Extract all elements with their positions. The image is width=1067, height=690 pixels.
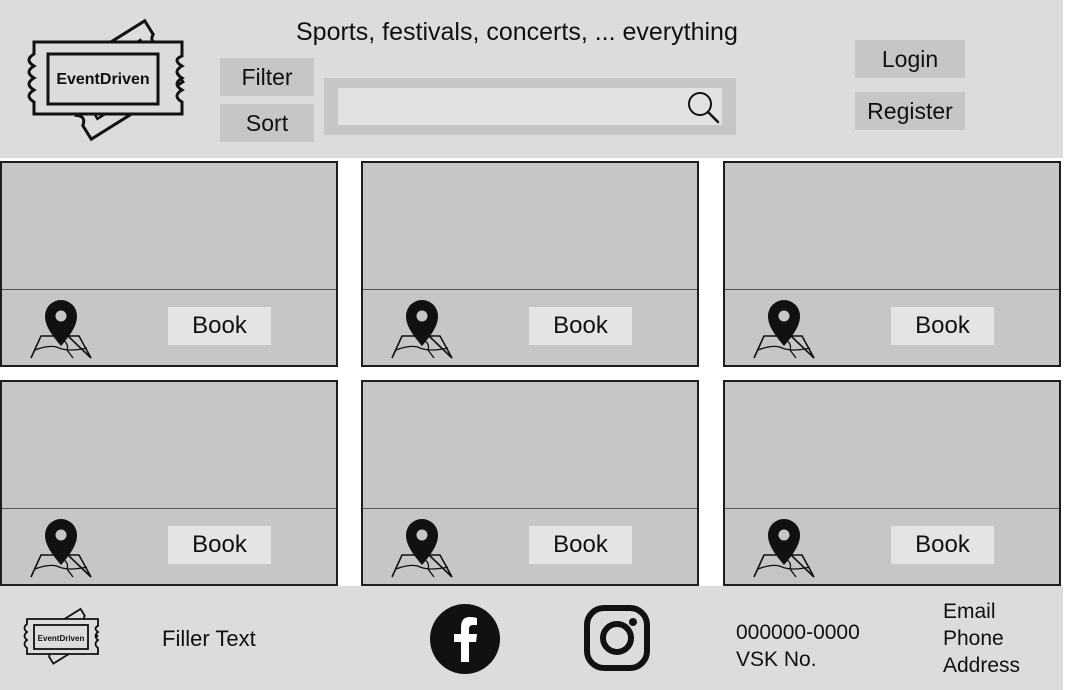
event-card[interactable]: Book: [723, 380, 1061, 586]
register-button[interactable]: Register: [855, 92, 965, 130]
footer-contact-email[interactable]: Email: [943, 600, 996, 624]
filter-button[interactable]: Filter: [220, 58, 314, 96]
event-image-placeholder[interactable]: [2, 382, 336, 509]
footer-vsk-number: VSK No.: [736, 648, 817, 671]
book-button[interactable]: Book: [529, 526, 632, 564]
footer-contact-address[interactable]: Address: [943, 654, 1020, 678]
footer: [0, 586, 1063, 690]
footer-phone-number: 000000-0000: [736, 621, 860, 644]
tagline: Sports, festivals, concerts, ... everyth…: [296, 18, 738, 46]
map-pin-icon[interactable]: [752, 296, 816, 360]
book-button[interactable]: Book: [168, 526, 271, 564]
footer-logo[interactable]: EventDriven: [22, 602, 102, 674]
event-image-placeholder[interactable]: [363, 163, 697, 290]
footer-brand-name: EventDriven: [38, 634, 85, 643]
brand-logo[interactable]: EventDriven: [22, 4, 188, 150]
event-card[interactable]: Book: [361, 380, 699, 586]
instagram-icon[interactable]: [583, 604, 651, 672]
event-image-placeholder[interactable]: [725, 382, 1059, 509]
map-pin-icon[interactable]: [29, 515, 93, 579]
map-pin-icon[interactable]: [390, 296, 454, 360]
book-button[interactable]: Book: [168, 307, 271, 345]
book-button[interactable]: Book: [891, 307, 994, 345]
event-card[interactable]: Book: [361, 161, 699, 367]
map-pin-icon[interactable]: [752, 515, 816, 579]
event-card[interactable]: Book: [0, 161, 338, 367]
sort-button[interactable]: Sort: [220, 104, 314, 142]
map-pin-icon[interactable]: [390, 515, 454, 579]
map-pin-icon[interactable]: [29, 296, 93, 360]
book-button[interactable]: Book: [891, 526, 994, 564]
footer-filler-text: Filler Text: [162, 626, 256, 651]
event-card[interactable]: Book: [0, 380, 338, 586]
search-input[interactable]: [338, 88, 684, 125]
login-button[interactable]: Login: [855, 40, 965, 78]
search-icon[interactable]: [684, 88, 722, 125]
event-card[interactable]: Book: [723, 161, 1061, 367]
brand-name: EventDriven: [56, 71, 149, 88]
facebook-icon[interactable]: [430, 604, 500, 674]
book-button[interactable]: Book: [529, 307, 632, 345]
event-image-placeholder[interactable]: [363, 382, 697, 509]
event-image-placeholder[interactable]: [2, 163, 336, 290]
footer-contact-phone[interactable]: Phone: [943, 627, 1004, 651]
event-image-placeholder[interactable]: [725, 163, 1059, 290]
